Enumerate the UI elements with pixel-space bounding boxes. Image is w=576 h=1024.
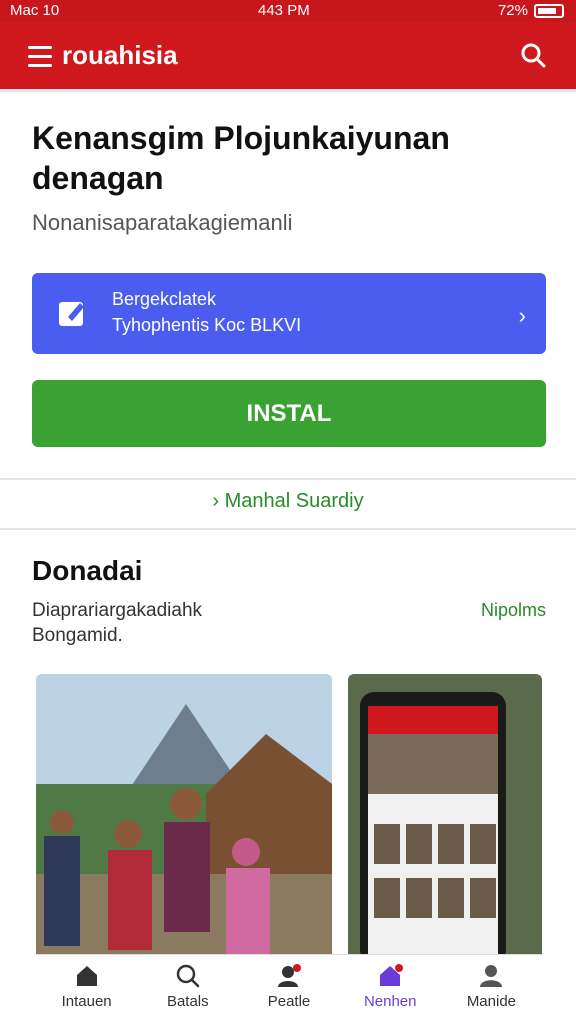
app-bar: rouahisia [0,22,576,92]
person-badge-icon [278,964,301,987]
link-prefix: › [212,490,220,512]
promo-card[interactable]: Bergekclatek Tyhophentis Koc BLKVI › [32,273,546,354]
menu-icon[interactable] [28,46,52,67]
status-icons: 72% [498,2,564,19]
bottom-nav: Intauen Batals Peatle Nenhen Manide [36,954,542,1016]
battery-icon [534,3,564,18]
home-badge-icon [380,964,404,986]
promo-line-1: Bergekclatek [112,289,217,309]
section-title: Donadai [32,555,143,586]
install-button[interactable]: INSTAL [32,380,546,447]
home-icon [76,966,97,986]
divider [0,528,576,530]
nav-label: Nenhen [363,993,417,1010]
nav-item-people[interactable]: Peatle [238,955,339,1016]
app-title: rouahisia [62,40,178,70]
hero-title: Kenansgim Plojunkaiyunan denagan [32,120,450,196]
section-subtitle-2: Bongamid. [32,625,123,646]
divider [0,478,576,480]
nav-item-profile[interactable]: Manide [441,955,542,1016]
nav-item-home[interactable]: Intauen [36,955,137,1016]
nav-item-active[interactable]: Nenhen [340,955,441,1016]
section-link[interactable]: Nipolms [481,600,546,621]
hero-subtitle: Nonanisaparatakagiemanli [32,210,293,235]
nav-label: Manide [466,993,517,1010]
nav-label: Peatle [267,993,311,1010]
nav-label: Intauen [61,993,112,1010]
status-bar: Mac 10 443 PM 72% [0,0,576,22]
edit-icon [59,302,84,326]
search-icon [176,964,200,988]
nav-item-search[interactable]: Batals [137,955,238,1016]
link-text[interactable]: Manhal Suardiy [225,490,364,512]
profile-icon [480,965,503,987]
section-subtitle-1: Diaprariargakadiahk [32,600,203,621]
phone-app-photo[interactable] [348,674,542,964]
chevron-right-icon: › [518,303,526,328]
status-time: 443 PM [258,2,310,19]
nav-label: Batals [166,993,209,1010]
search-icon[interactable] [520,42,546,68]
village-photo[interactable] [36,674,332,964]
promo-line-2: Tyhophentis Koc BLKVI [112,315,302,335]
battery-percent: 72% [497,2,528,19]
link-row[interactable]: › Manhal Suardiy [0,490,576,513]
carrier-text: Mac 10 [10,2,60,19]
